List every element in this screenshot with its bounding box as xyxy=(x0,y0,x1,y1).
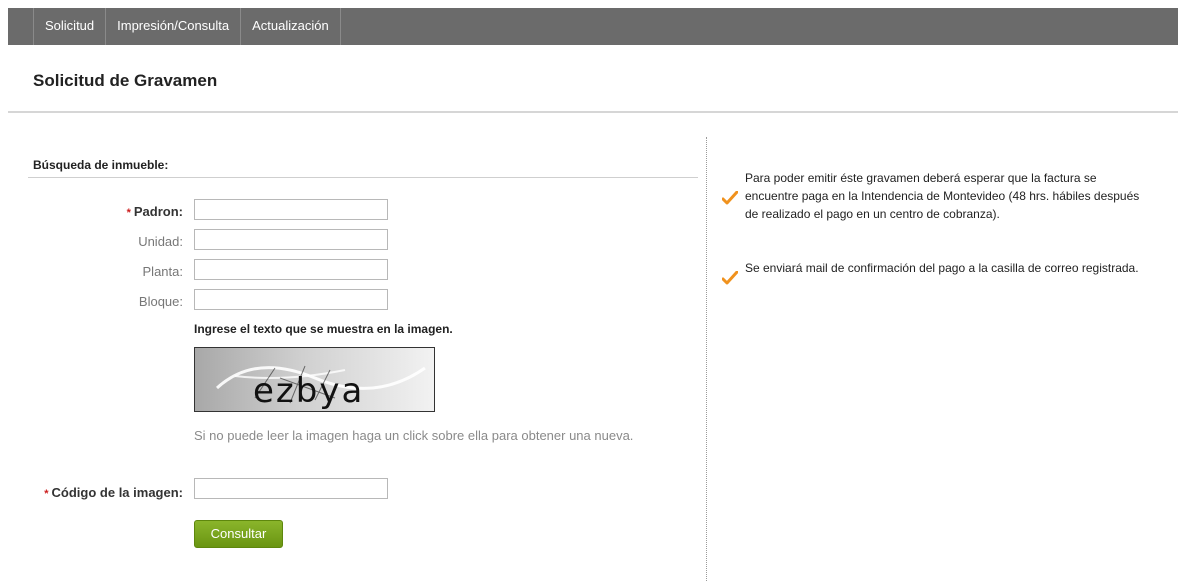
note-text: Se enviará mail de confirmación del pago… xyxy=(745,261,1139,275)
planta-input[interactable] xyxy=(194,259,388,280)
page-title: Solicitud de Gravamen xyxy=(33,71,218,90)
padron-label: * Padron: xyxy=(126,204,183,219)
required-marker: * xyxy=(44,488,49,500)
captcha-code-input[interactable] xyxy=(194,478,388,499)
tab-solicitud[interactable]: Solicitud xyxy=(33,8,105,45)
consultar-button[interactable]: Consultar xyxy=(194,520,283,548)
section-divider xyxy=(28,177,698,178)
nav-tabs: Solicitud Impresión/Consulta Actualizaci… xyxy=(33,8,341,45)
tab-actualizacion[interactable]: Actualización xyxy=(240,8,341,45)
captcha-code-label: * Código de la imagen: xyxy=(44,485,183,500)
bloque-label: Bloque: xyxy=(138,294,183,309)
planta-label: Planta: xyxy=(142,264,183,279)
checkmark-icon xyxy=(722,191,738,205)
captcha-text: ezbya xyxy=(253,371,364,411)
padron-input[interactable] xyxy=(194,199,388,220)
title-divider xyxy=(8,111,1178,113)
note-text: Para poder emitir éste gravamen deberá e… xyxy=(745,171,1140,221)
captcha-prompt: Ingrese el texto que se muestra en la im… xyxy=(194,322,453,336)
tab-impresion-consulta[interactable]: Impresión/Consulta xyxy=(105,8,240,45)
column-divider xyxy=(706,137,707,581)
checkmark-icon xyxy=(722,271,738,285)
required-marker: * xyxy=(126,207,131,219)
captcha-graphic: ezbya xyxy=(215,365,426,411)
unidad-input[interactable] xyxy=(194,229,388,250)
captcha-image[interactable]: ezbya xyxy=(194,347,435,412)
section-heading: Búsqueda de inmueble: xyxy=(33,158,169,172)
captcha-hint: Si no puede leer la imagen haga un click… xyxy=(194,428,634,443)
unidad-label: Unidad: xyxy=(138,234,183,249)
top-nav-bar: Solicitud Impresión/Consulta Actualizaci… xyxy=(8,8,1178,45)
bloque-input[interactable] xyxy=(194,289,388,310)
